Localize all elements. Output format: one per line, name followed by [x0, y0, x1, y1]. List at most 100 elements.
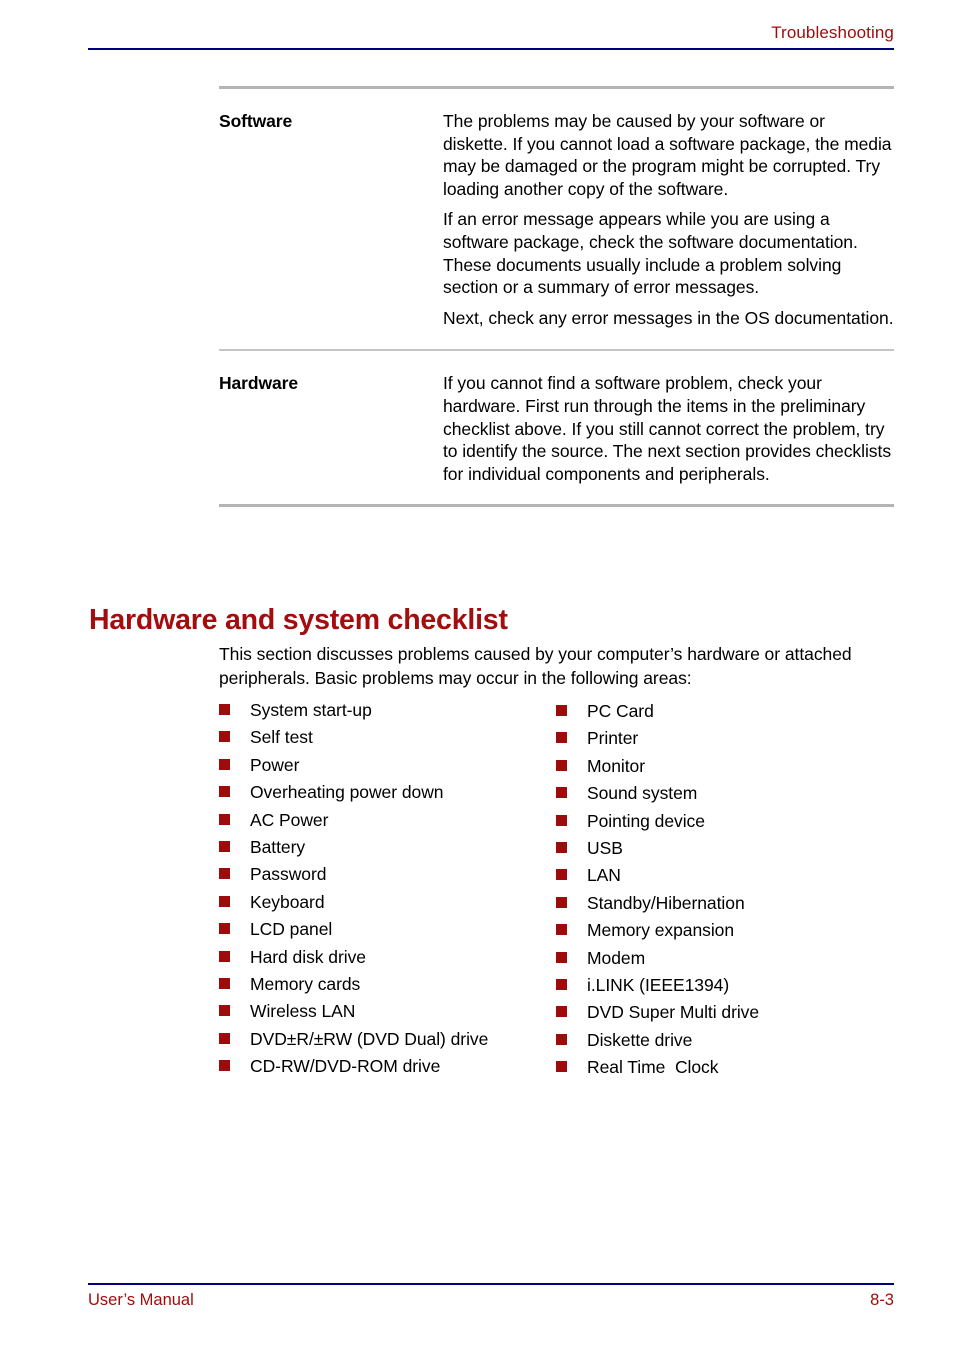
square-bullet-icon: [219, 977, 230, 989]
description-paragraph: If an error message appears while you ar…: [443, 209, 858, 298]
square-bullet-icon: [219, 868, 230, 880]
list-item-label: Modem: [587, 947, 646, 968]
square-bullet-icon: [556, 951, 567, 963]
list-item-label: CD-RW/DVD-ROM drive: [250, 1056, 441, 1077]
list-item-label: Overheating power down: [250, 782, 444, 803]
list-item: Monitor: [556, 756, 899, 783]
square-bullet-icon: [219, 758, 230, 770]
square-bullet-icon: [219, 950, 230, 962]
list-item: i.LINK (IEEE1394): [556, 975, 899, 1002]
list-item: PC Card: [556, 701, 899, 728]
list-item-label: Hard disk drive: [250, 946, 366, 967]
list-item-label: System start-up: [250, 700, 372, 720]
square-bullet-icon: [556, 924, 567, 936]
checklist: System start-up Self test Power Overheating…: [219, 700, 899, 1084]
list-item: Real Time Clock: [556, 1057, 899, 1084]
square-bullet-icon: [219, 923, 230, 935]
list-item: Memory cards: [219, 974, 556, 1001]
document-page: Troubleshooting Software The problems ma…: [0, 0, 954, 1349]
list-item-label: PC Card: [587, 701, 654, 721]
square-bullet-icon: [556, 841, 567, 853]
square-bullet-icon: [219, 786, 230, 798]
description-paragraph: If you cannot find a software problem, c…: [443, 373, 892, 484]
list-item-label: Sound system: [587, 783, 698, 804]
page-header: Troubleshooting: [88, 22, 894, 50]
term-label: Hardware: [219, 373, 298, 394]
footer-page-number: 8-3: [870, 1291, 894, 1309]
list-item-label: Power: [250, 754, 300, 775]
list-item-label: Password: [250, 864, 327, 885]
list-item-label: Wireless LAN: [250, 1001, 356, 1022]
square-bullet-icon: [556, 814, 567, 826]
list-item: LCD panel: [219, 919, 556, 946]
list-item: Password: [219, 864, 556, 891]
table-row: Software The problems may be caused by y…: [219, 89, 894, 349]
square-bullet-icon: [219, 813, 230, 825]
list-item-label: Memory cards: [250, 973, 361, 994]
list-item: Modem: [556, 948, 899, 975]
square-bullet-icon: [219, 840, 230, 852]
square-bullet-icon: [556, 732, 567, 744]
list-item: DVD±R/±RW (DVD Dual) drive: [219, 1029, 556, 1056]
footer-row: User’s Manual 8-3: [88, 1290, 894, 1311]
list-item: CD-RW/DVD-ROM drive: [219, 1056, 556, 1083]
term-label: Software: [219, 111, 293, 131]
list-item: Standby/Hibernation: [556, 893, 899, 920]
list-item-label: USB: [587, 837, 623, 858]
list-item: LAN: [556, 865, 899, 892]
list-item-label: LAN: [587, 865, 621, 886]
header-title: Troubleshooting: [771, 23, 894, 42]
square-bullet-icon: [556, 1033, 567, 1045]
list-item: Overheating power down: [219, 782, 556, 809]
list-item-label: Memory expansion: [587, 920, 735, 941]
list-item: Battery: [219, 837, 556, 864]
footer-manual-label: User’s Manual: [88, 1291, 194, 1309]
list-item: Power: [219, 755, 556, 782]
list-item: AC Power: [219, 810, 556, 837]
square-bullet-icon: [556, 705, 567, 716]
square-bullet-icon: [219, 1032, 230, 1044]
square-bullet-icon: [219, 1060, 230, 1072]
checklist-column-left: System start-up Self test Power Overheating…: [219, 700, 556, 1084]
list-item: System start-up: [219, 700, 556, 727]
list-item-label: LCD panel: [250, 919, 333, 940]
list-item: Printer: [556, 728, 899, 755]
square-bullet-icon: [556, 978, 567, 990]
list-item-label: Self test: [250, 727, 313, 748]
footer-divider: [88, 1283, 894, 1285]
square-bullet-icon: [556, 759, 567, 771]
list-item-label: Real Time Clock: [587, 1057, 719, 1078]
description-paragraph: The problems may be caused by your softw…: [443, 111, 892, 199]
list-item-label: Diskette drive: [587, 1029, 693, 1050]
square-bullet-icon: [556, 1006, 567, 1018]
table-row: Hardware If you cannot find a software p…: [219, 351, 894, 504]
list-item: Pointing device: [556, 811, 899, 838]
list-item-label: DVD Super Multi drive: [587, 1002, 760, 1023]
section-heading: Hardware and system checklist: [89, 604, 508, 637]
term-description: If you cannot find a software problem, c…: [443, 372, 894, 485]
square-bullet-icon: [556, 869, 567, 881]
page-footer: User’s Manual 8-3: [88, 1283, 894, 1311]
description-paragraph: Next, check any error messages in the OS…: [443, 307, 894, 328]
square-bullet-icon: [219, 895, 230, 907]
list-item-label: Keyboard: [250, 891, 325, 912]
list-item: Hard disk drive: [219, 947, 556, 974]
list-item-label: Monitor: [587, 755, 646, 776]
term-description: The problems may be caused by your softw…: [443, 110, 894, 329]
list-item: USB: [556, 838, 899, 865]
list-item: Diskette drive: [556, 1030, 899, 1057]
list-item: Sound system: [556, 783, 899, 810]
list-item: Memory expansion: [556, 920, 899, 947]
definition-table: Software The problems may be caused by y…: [219, 86, 894, 508]
section-intro-paragraph: This section discusses problems caused b…: [219, 644, 852, 688]
list-item: Self test: [219, 727, 556, 754]
square-bullet-icon: [556, 1061, 567, 1073]
list-item-label: DVD±R/±RW (DVD Dual) drive: [250, 1028, 489, 1049]
square-bullet-icon: [219, 731, 230, 743]
table-bottom-border: [219, 504, 894, 508]
square-bullet-icon: [219, 1005, 230, 1017]
list-item-label: Pointing device: [587, 810, 705, 831]
list-item-label: Standby/Hibernation: [587, 892, 745, 913]
square-bullet-icon: [219, 704, 230, 715]
list-item-label: Battery: [250, 836, 306, 857]
